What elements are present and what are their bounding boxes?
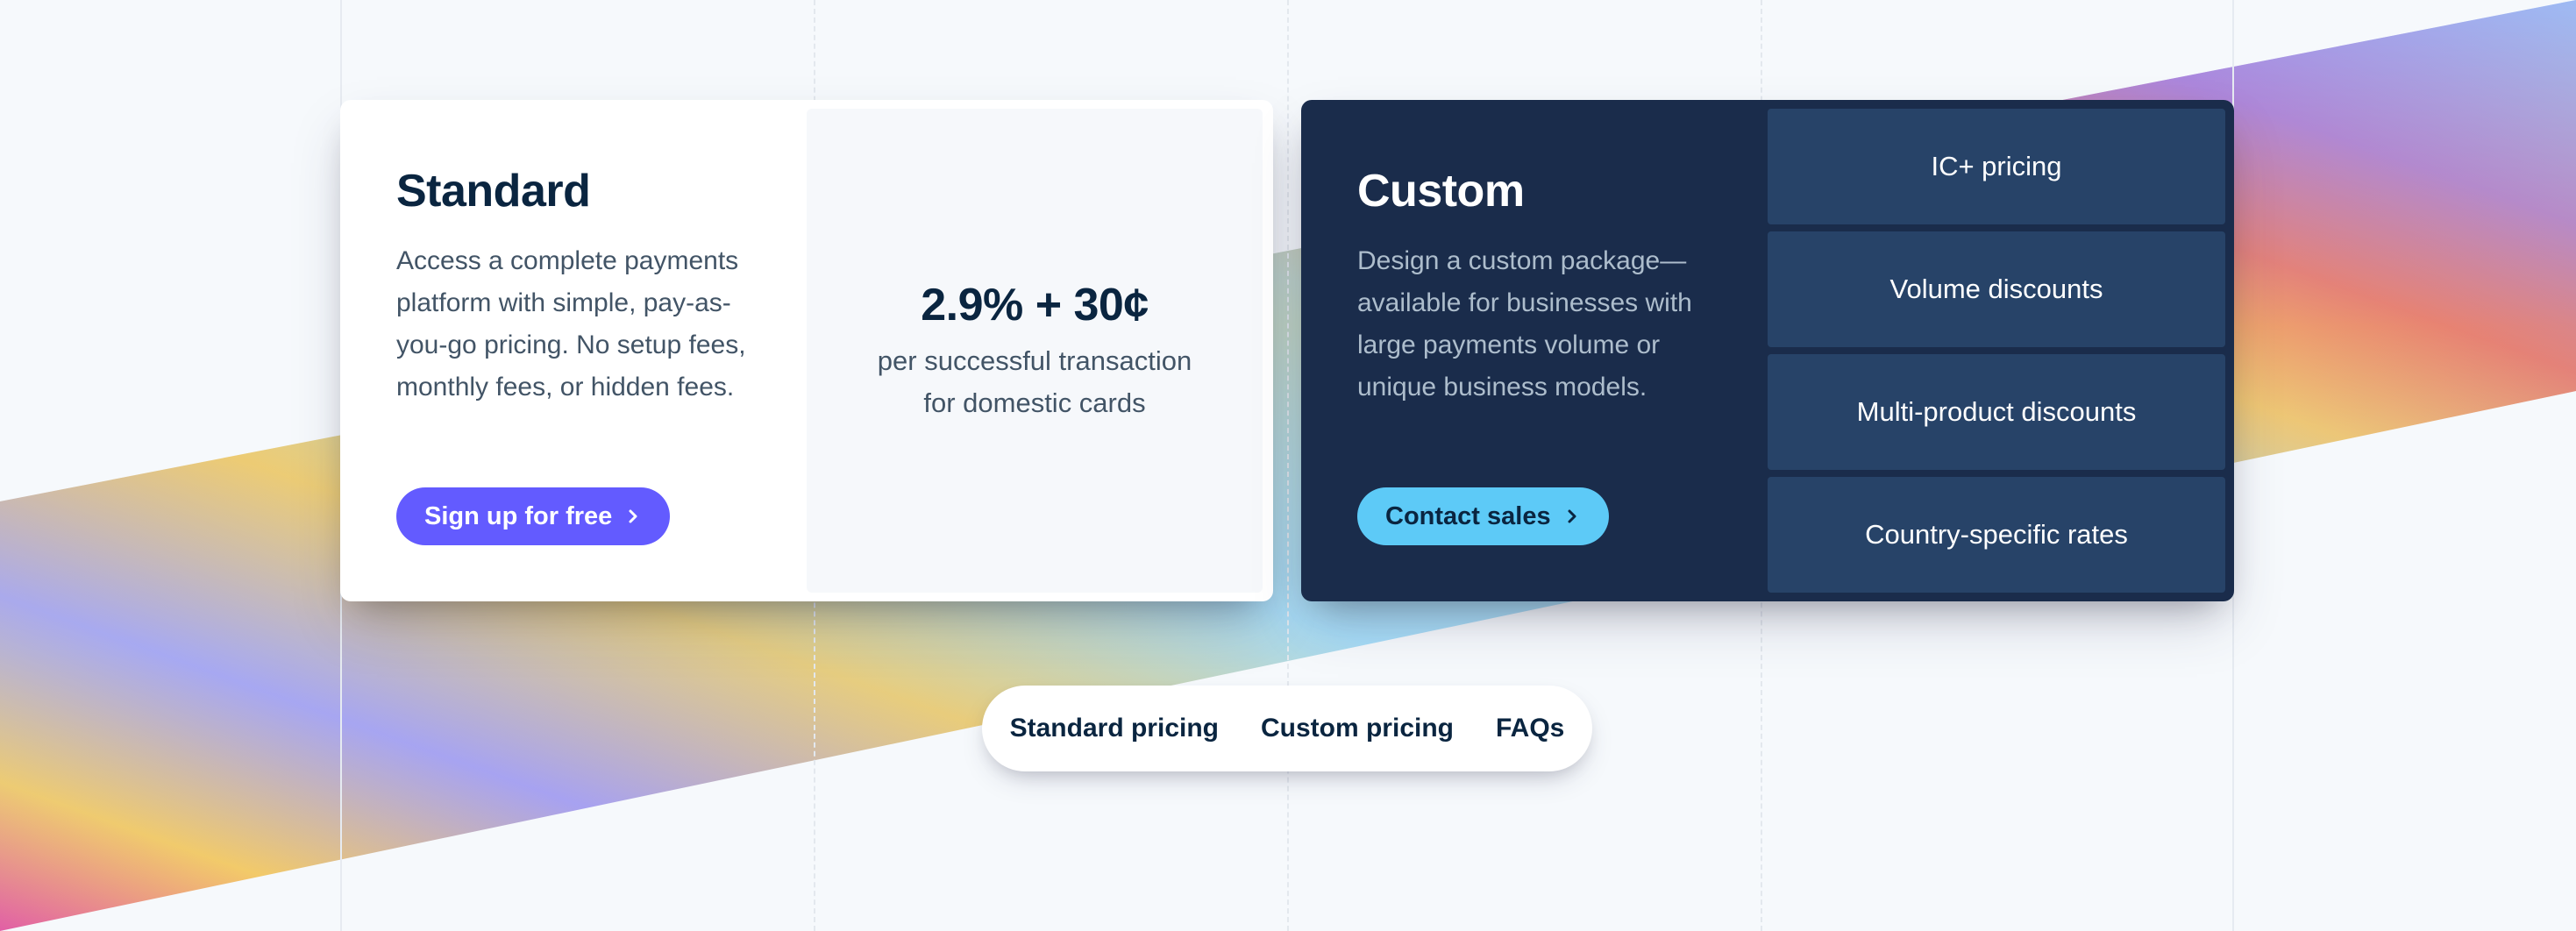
standard-pricing-card: Standard Access a complete payments plat… bbox=[340, 100, 1273, 601]
nav-link-faqs[interactable]: FAQs bbox=[1496, 714, 1564, 743]
pricing-section-nav: Standard pricing Custom pricing FAQs bbox=[982, 686, 1592, 771]
feature-item: IC+ pricing bbox=[1768, 109, 2225, 224]
feature-item: Multi-product discounts bbox=[1768, 354, 2225, 470]
custom-card-content: Custom Design a custom package—available… bbox=[1357, 163, 1726, 409]
contact-sales-button[interactable]: Contact sales bbox=[1357, 487, 1609, 545]
sign-up-button[interactable]: Sign up for free bbox=[396, 487, 671, 545]
price-note: per successful transaction for domestic … bbox=[877, 345, 1192, 418]
standard-card-description: Access a complete payments platform with… bbox=[396, 246, 746, 402]
price-panel: 2.9% + 30¢ per successful transaction fo… bbox=[807, 109, 1263, 593]
custom-feature-list: IC+ pricing Volume discounts Multi-produ… bbox=[1768, 109, 2225, 593]
nav-link-custom-pricing[interactable]: Custom pricing bbox=[1261, 714, 1454, 743]
custom-card-description: Design a custom package—available for bu… bbox=[1357, 246, 1692, 402]
nav-link-standard-pricing[interactable]: Standard pricing bbox=[1010, 714, 1219, 743]
grid-line bbox=[1287, 0, 1289, 931]
standard-card-content: Standard Access a complete payments plat… bbox=[396, 163, 765, 409]
sign-up-button-label: Sign up for free bbox=[424, 501, 613, 530]
custom-pricing-card: Custom Design a custom package—available… bbox=[1301, 100, 2234, 601]
standard-card-title: Standard bbox=[396, 166, 591, 217]
feature-item: Country-specific rates bbox=[1768, 477, 2225, 593]
custom-card-title: Custom bbox=[1357, 166, 1525, 217]
price-value: 2.9% + 30¢ bbox=[921, 280, 1149, 330]
chevron-right-icon bbox=[1568, 509, 1576, 523]
feature-item: Volume discounts bbox=[1768, 231, 2225, 347]
contact-sales-button-label: Contact sales bbox=[1385, 501, 1551, 530]
chevron-right-icon bbox=[629, 509, 637, 523]
